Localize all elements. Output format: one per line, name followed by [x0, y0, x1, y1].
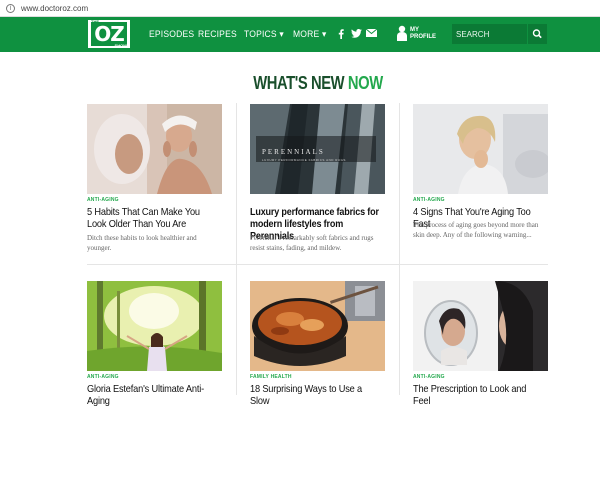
top-navigation: THE OZ SHOW EPISODES RECIPES TOPICS ▾ MO…	[0, 17, 600, 52]
search-input[interactable]	[452, 24, 527, 44]
heading-part-2: NOW	[347, 73, 383, 93]
article-description: Perennial’s remarkably soft fabrics and …	[250, 234, 374, 252]
nav-item-topics[interactable]: TOPICS ▾	[244, 17, 284, 52]
article-image-woman-mirror[interactable]	[87, 104, 222, 194]
search-icon	[532, 29, 542, 39]
article-description: Ditch these habits to look healthier and…	[87, 234, 197, 252]
article-description: The process of aging goes beyond more th…	[413, 221, 539, 239]
facebook-icon[interactable]	[338, 29, 344, 42]
user-icon	[397, 25, 407, 41]
article-image-perennials-fabric[interactable]: PERENNIALS LUXURY PERFORMANCE FABRICS AN…	[250, 104, 385, 194]
article-image-slow-cooker[interactable]	[250, 281, 385, 371]
grid-divider	[236, 103, 237, 395]
article-category[interactable]: ANTI-AGING	[413, 374, 445, 380]
heading-part-1: WHAT'S NEW	[253, 73, 348, 93]
nav-item-recipes[interactable]: RECIPES	[198, 17, 237, 52]
perennials-brand-text: PERENNIALS	[262, 148, 325, 156]
article-category[interactable]: FAMILY HEALTH	[250, 374, 292, 380]
nav-item-more[interactable]: MORE ▾	[293, 17, 326, 52]
grid-divider	[399, 103, 400, 395]
logo-small-bottom: SHOW	[114, 43, 127, 48]
whats-new-heading: WHAT'S NEW NOW	[57, 73, 579, 94]
search-button[interactable]	[528, 24, 547, 44]
browser-address-bar[interactable]: i www.doctoroz.com	[0, 0, 600, 17]
search-box	[452, 24, 547, 44]
article-title[interactable]: The Prescription to Look and Feel	[413, 383, 545, 407]
mail-icon[interactable]	[365, 28, 378, 40]
article-image-thoughtful-woman[interactable]	[413, 104, 548, 194]
article-category[interactable]: ANTI-AGING	[413, 197, 445, 203]
info-icon[interactable]: i	[6, 3, 15, 13]
profile-label-text: MY PROFILE	[410, 27, 437, 40]
oz-show-logo[interactable]: THE OZ SHOW	[88, 19, 130, 48]
url-text[interactable]: www.doctoroz.com	[21, 4, 88, 13]
perennials-brand-subtext: LUXURY PERFORMANCE FABRICS AND RUGS	[262, 158, 346, 162]
article-category[interactable]: ANTI-AGING	[87, 197, 119, 203]
nav-item-episodes[interactable]: EPISODES	[149, 17, 194, 52]
article-title[interactable]: 18 Surprising Ways to Use a Slow	[250, 383, 382, 407]
article-image-woman-forest[interactable]	[87, 281, 222, 371]
my-profile-label: MY PROFILE	[410, 27, 436, 41]
article-image-woman-mirror-reflection[interactable]	[413, 281, 548, 371]
article-title[interactable]: Gloria Estefan's Ultimate Anti-Aging	[87, 383, 219, 407]
article-title[interactable]: 5 Habits That Can Make You Look Older Th…	[87, 206, 219, 230]
twitter-icon[interactable]	[351, 28, 362, 41]
article-category[interactable]: ANTI-AGING	[87, 374, 119, 380]
grid-divider	[87, 264, 548, 265]
my-profile-link[interactable]: MY PROFILE	[397, 25, 447, 45]
